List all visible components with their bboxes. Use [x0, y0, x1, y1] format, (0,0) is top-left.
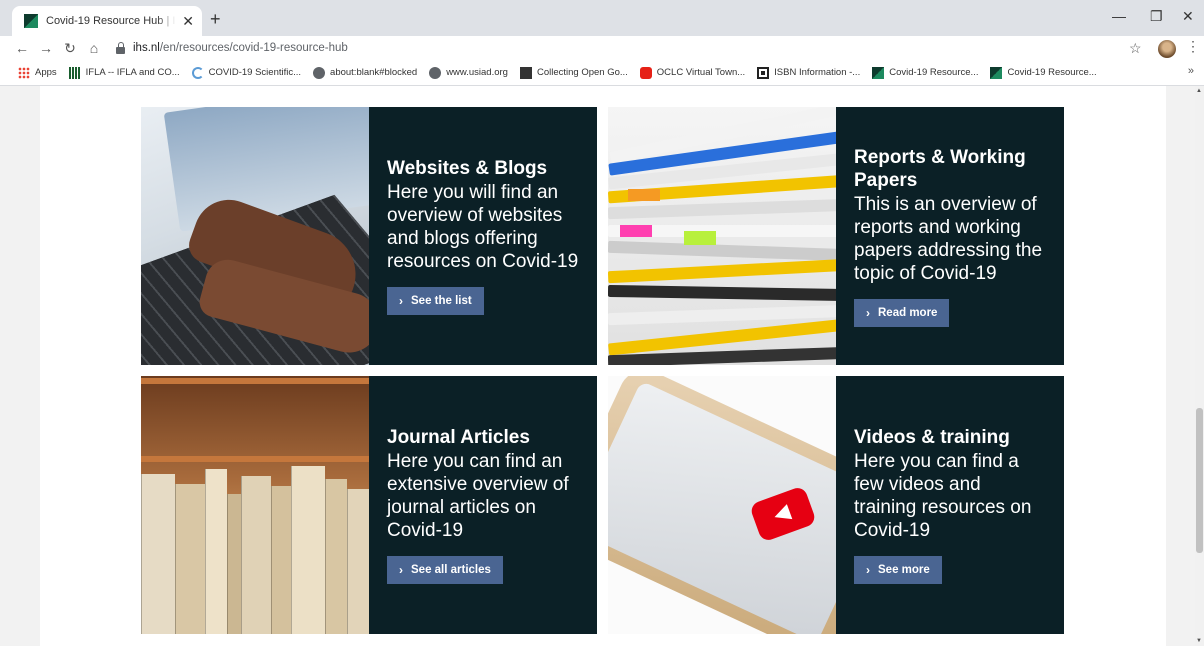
card-text: Here you can find an extensive overview … [387, 451, 569, 541]
see-the-list-button[interactable]: › See the list [387, 287, 484, 315]
apps-icon [18, 66, 30, 79]
bookshelf-image [141, 376, 369, 634]
page-scrollbar[interactable]: ▲ ▼ [1195, 86, 1204, 646]
browser-toolbar: ← → ↻ ⌂ ihs.nl/en/resources/covid-19-res… [0, 36, 1204, 60]
card-panel: Reports & Working Papers This is an over… [836, 107, 1064, 365]
ihs-icon [990, 66, 1003, 79]
bookmark-label: COVID-19 Scientific... [208, 67, 302, 78]
bookmark-label: IFLA -- IFLA and CO... [85, 67, 180, 78]
loading-icon [191, 66, 204, 79]
read-more-button[interactable]: › Read more [854, 298, 950, 327]
lock-icon [116, 41, 125, 54]
globe-icon [429, 66, 442, 79]
bookmark-item[interactable]: ISBN Information -... [757, 66, 861, 79]
bookmark-label: ISBN Information -... [774, 67, 861, 78]
bookmark-label: about:blank#blocked [330, 67, 418, 78]
bookmark-label: Covid-19 Resource... [1007, 67, 1097, 78]
minimize-icon[interactable]: — [1112, 8, 1126, 24]
bookmark-item[interactable]: Collecting Open Go... [519, 66, 628, 79]
url-host: ihs.nl [133, 42, 160, 54]
address-bar[interactable]: ihs.nl/en/resources/covid-19-resource-hu… [116, 38, 1136, 58]
bookmarks-bar: Apps IFLA -- IFLA and CO... COVID-19 Sci… [0, 60, 1204, 86]
card-panel: Journal Articles Here you can find an ex… [369, 376, 597, 634]
bookmark-apps[interactable]: Apps [18, 66, 57, 79]
forward-icon[interactable]: → [34, 40, 58, 56]
bookmark-item[interactable]: about:blank#blocked [313, 66, 418, 79]
bookmark-label: OCLC Virtual Town... [656, 67, 746, 78]
restore-icon[interactable]: ❐ [1150, 8, 1163, 25]
button-label: See the list [411, 295, 472, 307]
bookmark-label: Apps [35, 67, 57, 78]
new-tab-icon[interactable]: + [210, 9, 221, 30]
button-label: Read more [878, 306, 938, 319]
bookmark-item[interactable]: COVID-19 Scientific... [191, 66, 302, 79]
scrollbar-thumb[interactable] [1196, 408, 1203, 553]
card-text: This is an overview of reports and worki… [854, 193, 1043, 284]
menu-kebab-icon[interactable]: ⋮ [1186, 38, 1200, 55]
book-icon [519, 66, 532, 79]
stack-of-papers-image [608, 107, 836, 365]
page-content: Websites & Blogs Here you will find an o… [40, 86, 1166, 646]
close-tab-icon[interactable]: ✕ [182, 13, 194, 30]
bookmark-label: Collecting Open Go... [536, 67, 628, 78]
bookmark-star-icon[interactable]: ☆ [1129, 40, 1142, 57]
youtube-icon [639, 66, 652, 79]
see-all-articles-button[interactable]: › See all articles [387, 556, 503, 584]
ihs-icon [872, 66, 885, 79]
home-icon[interactable]: ⌂ [82, 40, 106, 56]
close-window-icon[interactable]: ✕ [1182, 8, 1194, 25]
bookmark-item[interactable]: Covid-19 Resource... [872, 66, 979, 79]
card-title: Journal Articles [387, 427, 530, 448]
card-panel: Websites & Blogs Here you will find an o… [369, 107, 597, 365]
card-videos-training: Videos & training Here you can find a fe… [608, 376, 1064, 634]
phone-youtube-image [608, 376, 836, 634]
bookmark-item[interactable]: www.usiad.org [429, 66, 508, 79]
button-label: See all articles [411, 564, 491, 576]
profile-avatar[interactable] [1158, 40, 1176, 58]
card-title: Reports & Working Papers [854, 146, 1026, 191]
scroll-down-icon[interactable]: ▼ [1196, 638, 1202, 644]
card-websites-blogs: Websites & Blogs Here you will find an o… [141, 107, 597, 365]
see-more-button[interactable]: › See more [854, 556, 942, 584]
isbn-icon [757, 66, 770, 79]
tab-title: Covid-19 Resource Hub | Institute for Ho… [46, 15, 176, 27]
chevron-right-icon: › [399, 563, 403, 577]
card-text: Here you will find an overview of websit… [387, 182, 579, 272]
card-reports-papers: Reports & Working Papers This is an over… [608, 107, 1064, 365]
back-icon[interactable]: ← [10, 40, 34, 56]
browser-tab[interactable]: Covid-19 Resource Hub | Institute for Ho… [12, 6, 202, 36]
card-title: Videos & training [854, 427, 1010, 448]
card-text: Here you can find a few videos and train… [854, 451, 1032, 541]
page-viewport: Websites & Blogs Here you will find an o… [0, 86, 1204, 646]
ihs-favicon-icon [24, 14, 38, 28]
card-panel: Videos & training Here you can find a fe… [836, 376, 1064, 634]
chevron-right-icon: › [866, 305, 870, 320]
button-label: See more [878, 564, 930, 576]
card-title: Websites & Blogs [387, 158, 548, 179]
chevron-right-icon: › [399, 294, 403, 308]
tab-strip: Covid-19 Resource Hub | Institute for Ho… [0, 0, 1204, 36]
bookmark-item[interactable]: Covid-19 Resource... [990, 66, 1097, 79]
laptop-typing-image [141, 107, 369, 365]
ifla-icon [68, 66, 81, 79]
chevron-right-icon: › [866, 563, 870, 577]
bookmark-label: www.usiad.org [446, 67, 508, 78]
bookmark-item[interactable]: OCLC Virtual Town... [639, 66, 746, 79]
more-bookmarks-icon[interactable]: » [1188, 65, 1194, 77]
reload-icon[interactable]: ↻ [58, 40, 82, 57]
bookmark-label: Covid-19 Resource... [889, 67, 979, 78]
scroll-up-icon[interactable]: ▲ [1196, 88, 1202, 94]
bookmark-item[interactable]: IFLA -- IFLA and CO... [68, 66, 180, 79]
globe-icon [313, 66, 326, 79]
card-journal-articles: Journal Articles Here you can find an ex… [141, 376, 597, 634]
url-path: /en/resources/covid-19-resource-hub [159, 42, 348, 54]
